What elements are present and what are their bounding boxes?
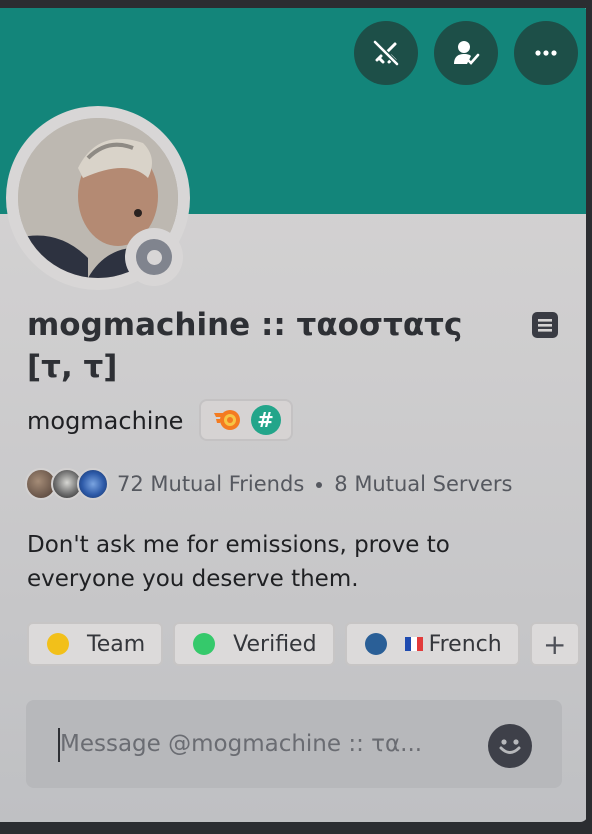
window-frame: [586, 0, 592, 834]
note-icon[interactable]: [530, 310, 560, 340]
no-swords-button[interactable]: [354, 21, 418, 85]
role-color-dot: [364, 633, 387, 655]
more-options-button[interactable]: [514, 21, 578, 85]
nitro-badge-icon[interactable]: [212, 405, 242, 435]
status-indicator: [125, 228, 183, 286]
mutual-friend-avatar: [77, 468, 109, 500]
role-label: Verified: [233, 631, 317, 657]
role-verified[interactable]: Verified: [173, 622, 335, 666]
role-color-dot: [47, 633, 69, 655]
role-french[interactable]: French: [344, 622, 520, 666]
message-input[interactable]: Message @mogmachine :: τα...: [26, 700, 562, 788]
separator-dot: [316, 482, 323, 488]
role-label: Team: [87, 631, 146, 657]
more-icon: [535, 50, 557, 56]
no-swords-icon: [373, 40, 399, 66]
mutual-info[interactable]: 72 Mutual Friends 8 Mutual Servers: [25, 466, 512, 502]
friend-status-button[interactable]: [434, 21, 498, 85]
badge-list: #: [199, 399, 293, 441]
username: mogmachine: [27, 407, 184, 435]
mutual-friends-link[interactable]: 72 Mutual Friends: [117, 472, 304, 496]
window-frame: [0, 0, 592, 8]
add-role-button[interactable]: +: [529, 622, 580, 666]
bio: Don't ask me for emissions, prove to eve…: [27, 532, 450, 592]
display-name: mogmachine :: ταοστατς [τ, τ]: [27, 307, 463, 385]
role-label: French: [428, 631, 502, 657]
role-color-dot: [193, 633, 216, 655]
role-team[interactable]: Team: [27, 622, 164, 666]
french-flag-icon: [404, 637, 423, 651]
mutual-servers-link[interactable]: 8 Mutual Servers: [334, 472, 512, 496]
window-frame: [0, 822, 592, 834]
hash-badge-icon[interactable]: #: [250, 405, 281, 435]
message-placeholder: Message @mogmachine :: τα...: [60, 731, 423, 757]
profile-card: mogmachine :: ταοστατς [τ, τ] mogmachine…: [0, 0, 588, 822]
smile-icon: [499, 739, 521, 754]
emoji-button[interactable]: [488, 724, 532, 768]
user-check-icon: [454, 41, 480, 65]
offline-status-icon: [136, 239, 172, 275]
role-list: Team Verified French +: [27, 622, 580, 666]
